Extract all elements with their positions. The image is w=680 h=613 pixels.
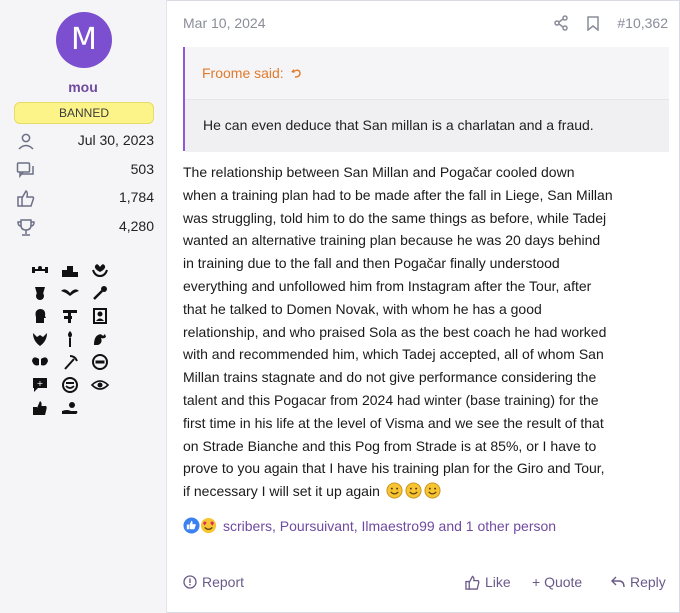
heart-hands-icon[interactable]	[91, 261, 109, 278]
speech-box-icon[interactable]: +	[31, 376, 49, 393]
post-date[interactable]: Mar 10, 2024	[183, 15, 266, 31]
stat-points: 4,280	[16, 218, 154, 238]
flexing-arm-icon[interactable]	[91, 330, 109, 347]
user-icon	[18, 133, 34, 150]
report-button[interactable]: Report	[183, 574, 244, 590]
portrait-frame-icon[interactable]	[91, 307, 109, 324]
post-line: prove to you again that I have his train…	[183, 460, 605, 477]
reactions-bar[interactable]: scribers, Poursuivant, Ilmaestro99 and 1…	[183, 517, 556, 534]
avatar[interactable]: M	[56, 12, 112, 68]
like-button[interactable]: Like	[465, 574, 511, 590]
post-line: on Strade Bianche and this Pog from Stra…	[183, 437, 597, 454]
post-line: relationship, and who praised Sola as th…	[183, 323, 607, 340]
pickaxe-icon[interactable]	[61, 353, 79, 370]
post-line: Millan trains stagnate and do not give p…	[183, 369, 597, 386]
stat-joined: Jul 30, 2023	[16, 132, 154, 152]
quote-content: He can even deduce that San millan is a …	[185, 99, 669, 152]
reactions-users[interactable]: scribers, Poursuivant, Ilmaestro99 and 1…	[223, 518, 556, 534]
no-entry-icon[interactable]	[91, 353, 109, 370]
love-reaction-icon	[200, 517, 217, 534]
status-badge: BANNED	[14, 102, 154, 124]
post-number[interactable]: #10,362	[617, 15, 668, 31]
share-icon[interactable]	[553, 15, 569, 31]
post-line: first time in his life at the level of V…	[183, 414, 604, 431]
post-line: was struggling, told him to do the same …	[183, 209, 607, 226]
bookmark-icon[interactable]	[587, 15, 600, 31]
points-count: 4,280	[118, 218, 154, 234]
stat-messages: 503	[16, 161, 154, 181]
user-sidebar: M mou BANNED Jul 30, 2023 503 1,784 4,28…	[0, 0, 167, 613]
reactions-count: 1,784	[118, 189, 154, 205]
thumbs-up-icon	[17, 190, 35, 207]
post-line: in training due to the fall and then Pog…	[183, 255, 560, 272]
head-profile-icon[interactable]	[31, 307, 49, 324]
report-icon	[183, 575, 197, 589]
smile-emoji-icon	[424, 482, 441, 499]
post-line: wanted an alternative training plan beca…	[183, 232, 601, 249]
joined-date: Jul 30, 2023	[77, 132, 154, 148]
trophy-hand-icon[interactable]	[91, 284, 109, 301]
post-line: talent and this Pogacar from 2024 had wi…	[183, 391, 599, 408]
quote-text: He can even deduce that San millan is a …	[203, 117, 594, 133]
quote-label: + Quote	[532, 574, 583, 590]
messages-icon	[16, 162, 34, 179]
thumbs-up-icon[interactable]	[31, 399, 49, 416]
wings-icon[interactable]	[61, 284, 79, 301]
post-line-last: if necessary I will set it up again	[183, 480, 671, 503]
like-label: Like	[485, 574, 511, 590]
post-line: when a training plan had to be made afte…	[183, 186, 613, 203]
angel-wings-icon[interactable]	[31, 353, 49, 370]
quote-button[interactable]: + Quote	[532, 574, 582, 590]
username-link[interactable]: mou	[0, 79, 166, 95]
post-line: if necessary I will set it up again	[183, 483, 380, 500]
torch-icon[interactable]	[61, 330, 79, 347]
quote-header[interactable]: Froome said:	[202, 65, 302, 81]
heart-hands-icon[interactable]	[31, 330, 49, 347]
thumbs-up-icon	[465, 575, 480, 590]
report-label: Report	[202, 574, 245, 590]
like-reaction-icon	[183, 517, 200, 534]
messages-count: 503	[130, 161, 154, 177]
reply-label: Reply	[630, 574, 666, 590]
quote-block: Froome said: He can even deduce that San…	[183, 47, 669, 152]
podium-icon[interactable]	[61, 261, 79, 278]
signpost-icon[interactable]	[61, 307, 79, 324]
post-body: The relationship between San Millan and …	[183, 161, 671, 503]
hand-give-icon[interactable]	[61, 399, 79, 416]
smile-emoji-icon	[405, 482, 422, 499]
svg-text:+: +	[37, 379, 44, 388]
smiley-icon[interactable]	[61, 376, 79, 393]
medal-icon[interactable]	[31, 284, 49, 301]
post-line: that he talked to Domen Novak, with whom…	[183, 300, 542, 317]
weights-icon[interactable]	[31, 261, 49, 278]
post-main: Mar 10, 2024 #10,362 Froome said: He can…	[167, 0, 680, 613]
smile-emoji-icon	[386, 482, 403, 499]
post-actions: Report Like + Quote Reply	[183, 574, 667, 594]
reply-button[interactable]: Reply	[611, 574, 666, 590]
reply-icon	[611, 576, 625, 588]
post-line: everything and unfollowed him from Insta…	[183, 277, 592, 294]
eye-icon[interactable]	[91, 376, 109, 393]
trophy-icon	[17, 219, 35, 236]
trophy-grid: +	[31, 261, 115, 416]
post-line: with and recommended him, which Tadej ac…	[183, 346, 604, 363]
post-line: The relationship between San Millan and …	[183, 164, 575, 180]
quote-author[interactable]: Froome said:	[202, 65, 284, 81]
jump-back-icon[interactable]	[290, 67, 302, 79]
post-tools: #10,362	[553, 15, 668, 31]
stat-reactions: 1,784	[16, 189, 154, 209]
